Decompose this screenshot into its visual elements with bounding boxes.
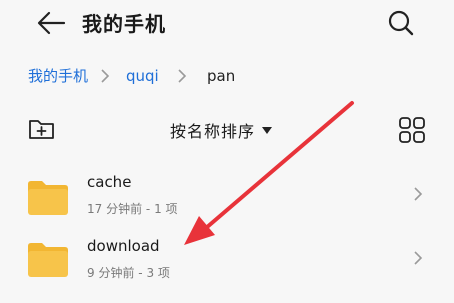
grid-view-icon: [399, 117, 425, 143]
new-folder-icon: [29, 120, 54, 139]
chevron-right-icon: [414, 251, 423, 265]
page-title: 我的手机: [82, 12, 166, 36]
chevron-right-icon: [414, 187, 423, 201]
search-button[interactable]: [386, 8, 416, 38]
caret-down-icon: [262, 127, 273, 134]
item-meta: 9 分钟前 - 3 项: [87, 266, 170, 280]
folder-icon: [28, 181, 68, 215]
list-item[interactable]: download 9 分钟前 - 3 项: [0, 232, 454, 296]
item-name: cache: [87, 173, 132, 191]
breadcrumb-separator-icon: [178, 69, 187, 83]
grid-view-toggle[interactable]: [398, 116, 426, 144]
search-icon: [388, 10, 414, 36]
sort-label: 按名称排序: [170, 122, 256, 141]
list-item[interactable]: cache 17 分钟前 - 1 项: [0, 168, 454, 232]
back-arrow-icon: [37, 11, 66, 35]
folder-icon: [28, 243, 68, 277]
item-meta: 17 分钟前 - 1 项: [87, 202, 178, 216]
breadcrumb-item-pan: pan: [207, 67, 236, 85]
breadcrumb-separator-icon: [101, 69, 110, 83]
item-name: download: [87, 237, 160, 255]
new-folder-button[interactable]: [28, 117, 56, 141]
breadcrumb-item-quqi[interactable]: quqi: [126, 66, 159, 86]
breadcrumb-item-my-phone[interactable]: 我的手机: [28, 66, 88, 86]
sort-dropdown[interactable]: 按名称排序: [170, 118, 273, 142]
back-button[interactable]: [34, 10, 68, 36]
